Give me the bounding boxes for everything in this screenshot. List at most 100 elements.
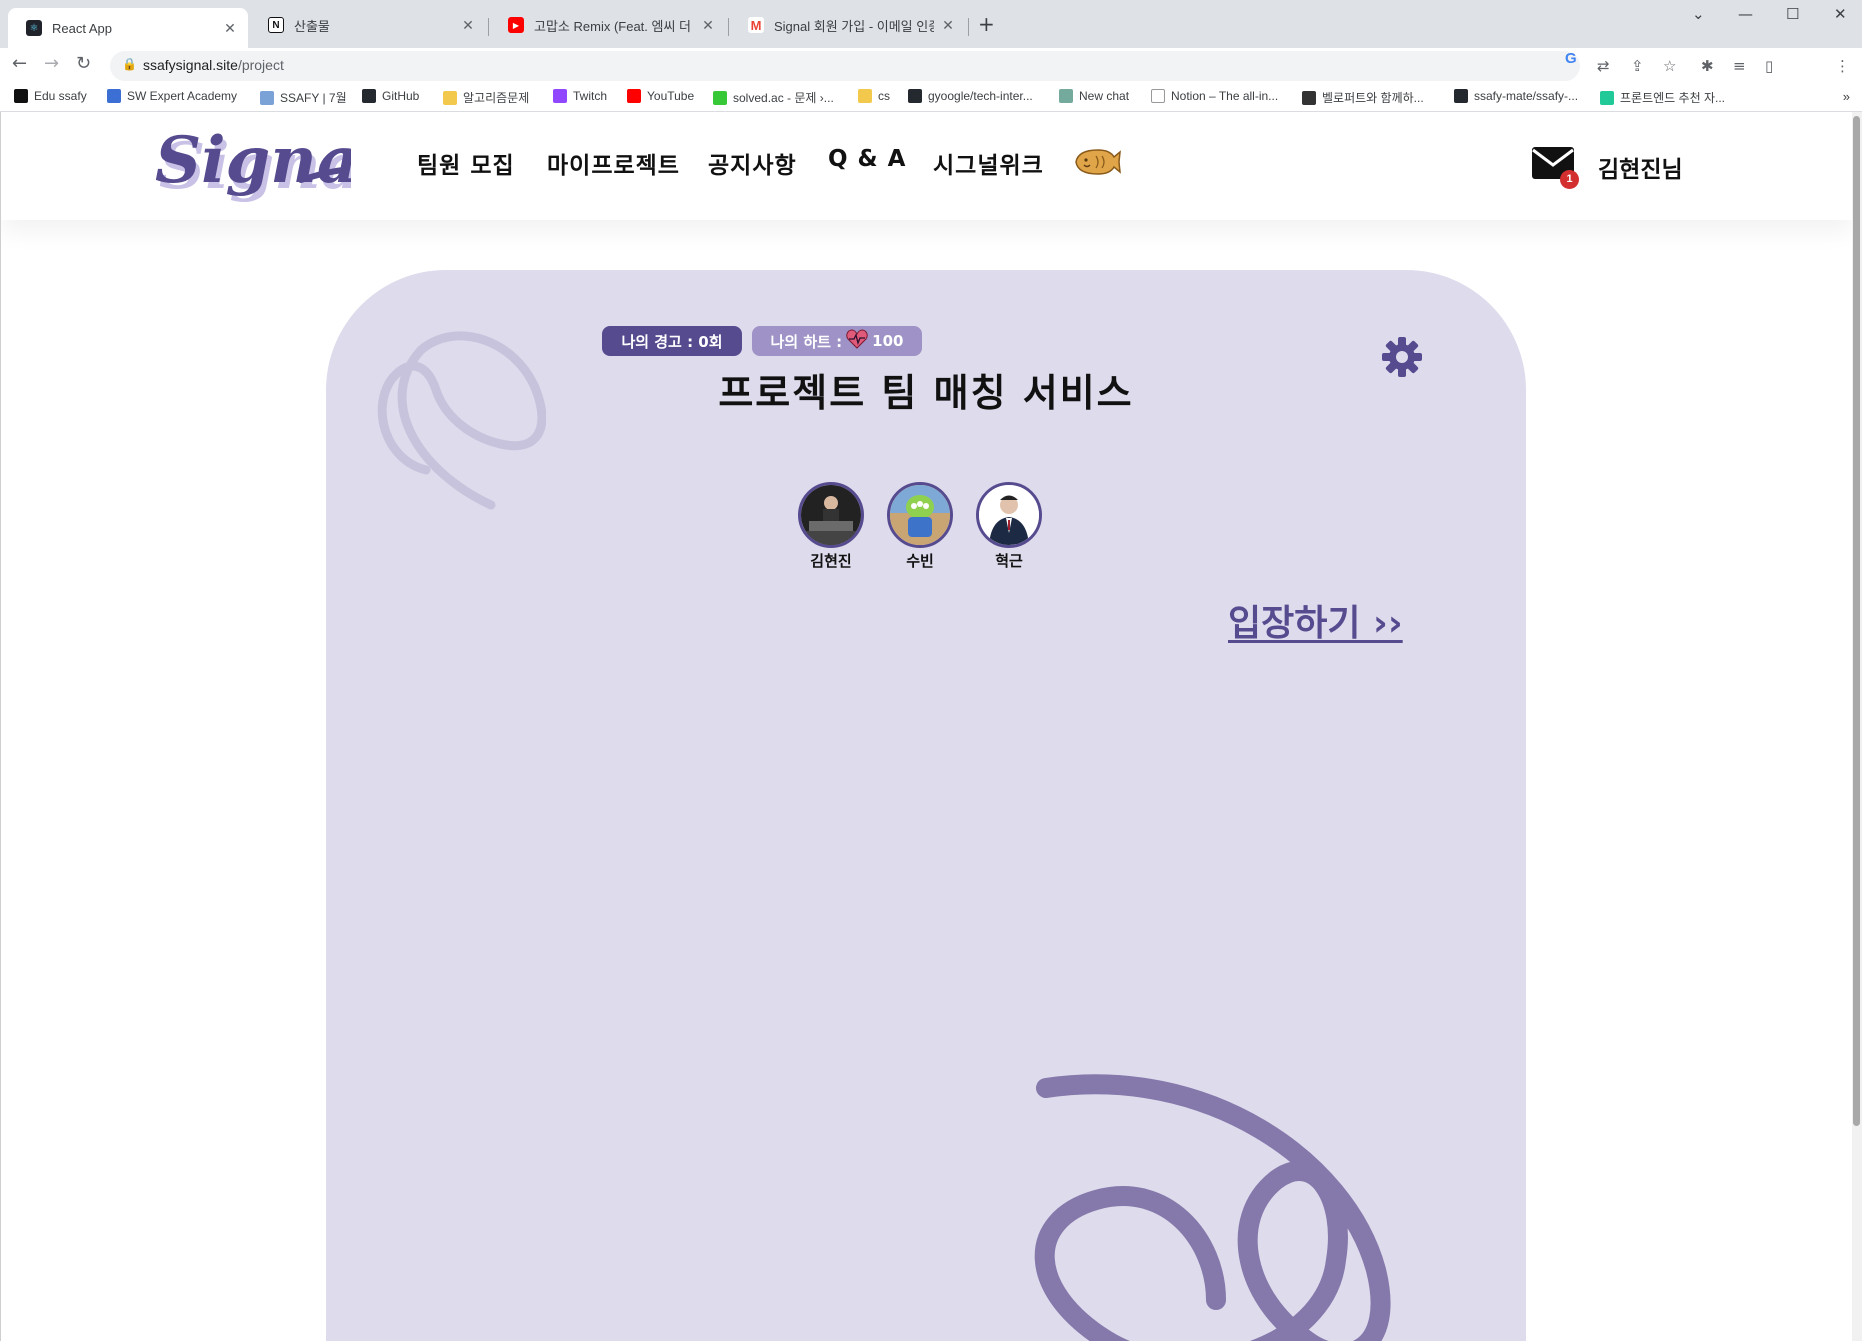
nav-recruit[interactable]: 팀원 모집 <box>417 146 515 180</box>
tab-divider <box>488 18 489 36</box>
bookmark-item[interactable]: Notion – The all-in... <box>1151 89 1278 103</box>
tab-youtube[interactable]: ▶ 고맙소 Remix (Feat. 엠씨 더 힝 ✕ <box>490 8 726 42</box>
nav-qna[interactable]: Q & A <box>828 146 906 172</box>
enter-project-button[interactable]: 입장하기 ›› <box>1228 594 1403 646</box>
close-icon[interactable]: ✕ <box>700 17 716 34</box>
bookmark-label: ssafy-mate/ssafy-... <box>1474 89 1579 103</box>
side-panel-icon[interactable]: ▯ <box>1765 57 1773 75</box>
team-member[interactable]: 김현진 <box>786 482 876 571</box>
extensions-icon[interactable]: ✱ <box>1701 57 1714 75</box>
reload-icon[interactable]: ↻ <box>76 53 91 74</box>
bookmark-label: SW Expert Academy <box>127 89 238 103</box>
bookmark-label: Twitch <box>573 89 608 103</box>
heart-icon <box>846 329 868 353</box>
tab-label: Signal 회원 가입 - 이메일 인증 <box>774 18 934 34</box>
url-text: ssafysignal.site/project <box>143 57 284 73</box>
avatar[interactable] <box>976 482 1042 548</box>
bookmark-item[interactable]: cs <box>858 89 890 103</box>
tab-gmail[interactable]: M Signal 회원 가입 - 이메일 인증 ✕ <box>730 8 966 42</box>
member-name: 김현진 <box>810 552 852 570</box>
bookmark-label: New chat <box>1079 89 1130 103</box>
bookmark-favicon-icon <box>1454 89 1468 103</box>
bookmark-favicon-icon <box>260 90 274 105</box>
forward-icon[interactable]: → <box>44 53 59 74</box>
bookmark-favicon-icon <box>713 90 727 105</box>
project-card: 나의 경고 : 0회 나의 하트 : 100 프로젝트 팀 매칭 서비스 김현진… <box>326 270 1526 1341</box>
bookmarks-bar: » Edu ssafy SW Expert Academy SSAFY | 7월 Gi… <box>0 84 1862 112</box>
team-member[interactable]: 수빈 <box>875 482 965 571</box>
tab-label: 고맙소 Remix (Feat. 엠씨 더 힝 <box>534 18 694 34</box>
close-icon[interactable]: ✕ <box>940 17 956 34</box>
tab-react-app[interactable]: ⚛ React App ✕ <box>8 8 248 48</box>
bookmarks-overflow-button[interactable]: » <box>1843 89 1850 104</box>
browser-toolbar: ← → ↻ 🔒 ssafysignal.site/project G ⇄ ⇪ ☆… <box>0 48 1862 120</box>
user-name[interactable]: 김현진님 <box>1598 150 1683 184</box>
nav-my-project[interactable]: 마이프로젝트 <box>547 146 680 180</box>
bookmark-item[interactable]: SW Expert Academy <box>107 89 237 103</box>
lock-icon[interactable]: 🔒 <box>122 57 137 71</box>
heart-value: 100 <box>872 332 904 350</box>
bookmark-label: 벨로퍼트와 함께하... <box>1322 91 1424 105</box>
bookmark-item[interactable]: solved.ac - 문제 ›... <box>713 89 834 106</box>
nav-signal-week[interactable]: 시그널위크 <box>933 146 1044 180</box>
maximize-icon[interactable]: ☐ <box>1786 5 1799 23</box>
page-viewport: Signal Signal 팀원 모집 마이프로젝트 공지사항 Q & A 시그… <box>0 112 1852 1341</box>
browser-tabstrip: ⚛ React App ✕ N 산출물 ✕ ▶ 고맙소 Remix (Feat.… <box>0 0 1862 48</box>
translate-icon[interactable]: ⇄ <box>1597 57 1610 75</box>
bookmark-favicon-icon <box>627 89 641 103</box>
bookmark-item[interactable]: SSAFY | 7월 <box>260 89 347 106</box>
bookmark-item[interactable]: gyoogle/tech-inter... <box>908 89 1033 103</box>
close-window-icon[interactable]: ✕ <box>1834 5 1847 23</box>
bookmark-label: Edu ssafy <box>34 89 87 103</box>
bookmark-item[interactable]: Edu ssafy <box>14 89 87 103</box>
close-icon[interactable]: ✕ <box>222 20 238 37</box>
team-member[interactable]: 혁근 <box>964 482 1054 571</box>
close-icon[interactable]: ✕ <box>460 17 476 34</box>
bookmark-favicon-icon <box>107 89 121 103</box>
warning-count-badge: 나의 경고 : 0회 <box>602 326 742 356</box>
share-icon[interactable]: ⇪ <box>1631 57 1644 75</box>
back-icon[interactable]: ← <box>12 53 27 74</box>
site-header: Signal Signal 팀원 모집 마이프로젝트 공지사항 Q & A 시그… <box>1 112 1852 220</box>
bookmark-item[interactable]: YouTube <box>627 89 694 103</box>
nav-notice[interactable]: 공지사항 <box>708 146 797 180</box>
bookmark-favicon-icon <box>1151 89 1165 103</box>
bookmark-favicon-icon <box>443 90 457 105</box>
bookmark-item[interactable]: GitHub <box>362 89 419 103</box>
signal-logo[interactable]: Signal Signal <box>151 120 387 224</box>
react-icon: ⚛ <box>26 20 42 36</box>
bookmark-label: 프론트엔드 추천 자... <box>1620 91 1725 105</box>
project-title: 프로젝트 팀 매칭 서비스 <box>718 371 1134 415</box>
bookmark-favicon-icon <box>14 89 28 103</box>
unread-mail-badge: 1 <box>1560 170 1579 189</box>
bookmark-item[interactable]: New chat <box>1059 89 1129 103</box>
bookmark-item[interactable]: 프론트엔드 추천 자... <box>1600 89 1725 106</box>
bookmark-item[interactable]: 알고리즘문제 <box>443 89 529 106</box>
tab-search-icon[interactable]: ⌄ <box>1692 5 1705 23</box>
bookmark-label: Notion – The all-in... <box>1171 89 1279 103</box>
new-tab-button[interactable]: + <box>978 12 995 36</box>
scrollbar-thumb[interactable] <box>1853 116 1860 1126</box>
bookmark-label: YouTube <box>647 89 695 103</box>
fish-bread-icon[interactable] <box>1072 147 1122 181</box>
google-icon[interactable]: G <box>1565 50 1577 67</box>
heart-count-badge: 나의 하트 : 100 <box>752 326 922 356</box>
address-bar[interactable]: 🔒 ssafysignal.site/project G <box>110 50 1580 81</box>
star-icon[interactable]: ☆ <box>1663 57 1676 75</box>
menu-icon[interactable]: ⋮ <box>1835 57 1850 75</box>
bookmark-favicon-icon <box>908 89 922 103</box>
youtube-icon: ▶ <box>508 17 524 33</box>
avatar[interactable] <box>798 482 864 548</box>
signal-logo-text: Signal <box>155 123 351 198</box>
minimize-icon[interactable]: — <box>1738 5 1753 23</box>
media-icon[interactable]: ≡ <box>1733 57 1746 75</box>
bookmark-item[interactable]: 벨로퍼트와 함께하... <box>1302 89 1424 106</box>
tab-output[interactable]: N 산출물 ✕ <box>250 8 486 42</box>
bookmark-favicon-icon <box>1600 90 1614 105</box>
bookmark-item[interactable]: Twitch <box>553 89 607 103</box>
bookmark-favicon-icon <box>553 89 567 103</box>
bookmark-item[interactable]: ssafy-mate/ssafy-... <box>1454 89 1578 103</box>
decorative-swirl-top <box>377 331 546 510</box>
avatar[interactable] <box>887 482 953 548</box>
tab-label: React App <box>52 20 112 36</box>
